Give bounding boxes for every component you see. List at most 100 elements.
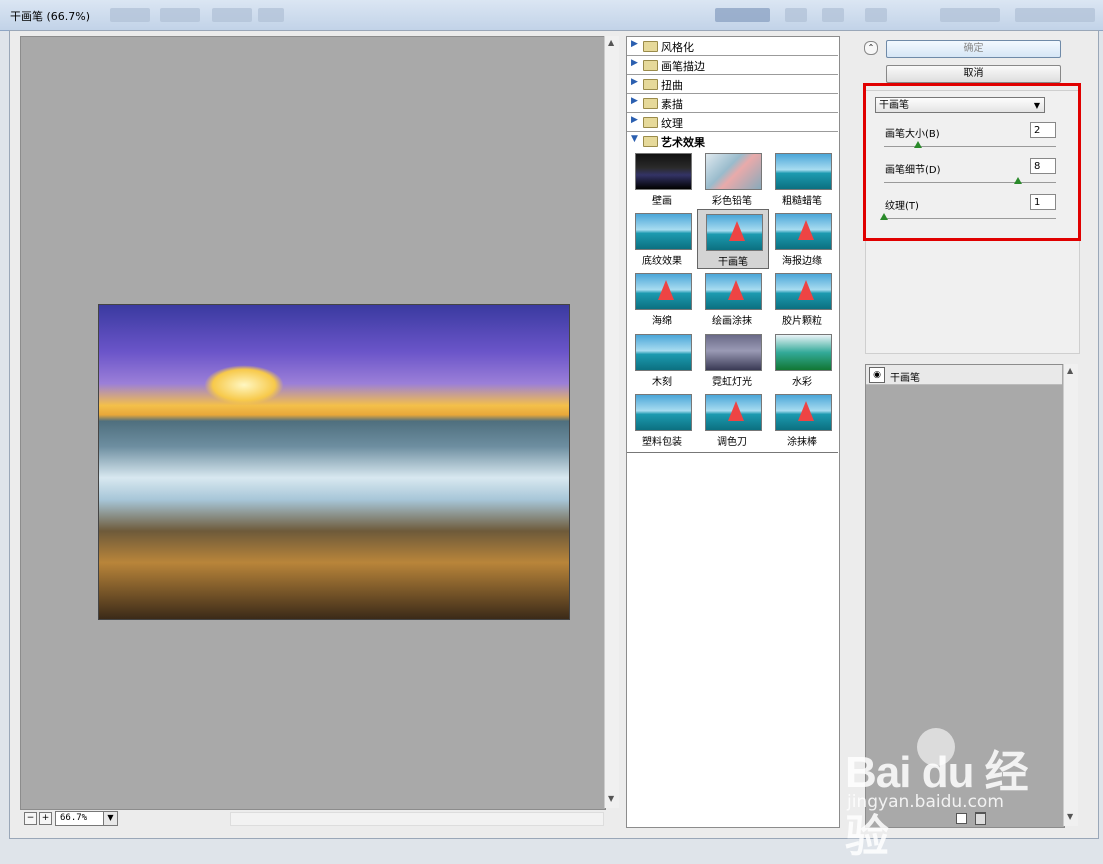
category-texture[interactable]: ▶ 纹理 bbox=[627, 113, 838, 132]
toolbar-blob bbox=[160, 8, 200, 22]
sailboat-shape bbox=[798, 220, 814, 240]
thumbnail-image bbox=[775, 334, 832, 371]
folder-icon bbox=[643, 60, 658, 71]
preview-vertical-scrollbar[interactable]: ▲ ▼ bbox=[604, 36, 619, 808]
thumbnail-image bbox=[635, 213, 692, 250]
toolbar-blob bbox=[258, 8, 284, 22]
zoom-out-button[interactable]: − bbox=[24, 812, 37, 825]
scroll-up-icon[interactable]: ▲ bbox=[608, 38, 614, 47]
thumbnail-image bbox=[635, 334, 692, 371]
thumbnail-label: 水彩 bbox=[792, 377, 812, 388]
expand-triangle-icon: ▶ bbox=[631, 39, 638, 49]
sailboat-shape bbox=[728, 280, 744, 300]
thumbnail-image bbox=[705, 334, 762, 371]
filter-thumb-sponge[interactable]: 海绵 bbox=[627, 269, 697, 327]
scroll-down-icon[interactable]: ▼ bbox=[1067, 812, 1073, 821]
filter-thumb-dry-brush[interactable]: 干画笔 bbox=[697, 209, 769, 269]
thumbnail-image bbox=[635, 394, 692, 431]
thumbnail-label: 干画笔 bbox=[718, 257, 748, 268]
category-label: 画笔描边 bbox=[661, 60, 705, 73]
category-stylize[interactable]: ▶ 风格化 bbox=[627, 37, 838, 56]
sailboat-shape bbox=[729, 221, 745, 241]
sailboat-shape bbox=[658, 280, 674, 300]
expand-triangle-icon: ▶ bbox=[631, 96, 638, 106]
category-label: 纹理 bbox=[661, 117, 683, 130]
watermark-url: jingyan.baidu.com bbox=[847, 792, 1004, 812]
category-label: 扭曲 bbox=[661, 79, 683, 92]
zoom-in-button[interactable]: + bbox=[39, 812, 52, 825]
filter-thumb-paint-daubs[interactable]: 绘画涂抹 bbox=[697, 269, 767, 327]
thumbnail-image bbox=[705, 394, 762, 431]
toolbar-blob bbox=[715, 8, 770, 22]
sailboat-shape bbox=[798, 280, 814, 300]
eye-icon[interactable]: ◉ bbox=[869, 367, 885, 383]
title-bar: 干画笔 (66.7%) bbox=[0, 0, 1103, 31]
zoom-dropdown-button[interactable]: ▼ bbox=[103, 811, 118, 826]
thumbnail-label: 塑料包装 bbox=[642, 437, 682, 448]
filter-thumb-cutout[interactable]: 木刻 bbox=[627, 330, 697, 388]
folder-icon bbox=[643, 98, 658, 109]
filter-browser: ▶ 风格化 ▶ 画笔描边 ▶ 扭曲 ▶ 素描 ▶ 纹理 ▼ 艺术效果 壁画 彩色… bbox=[626, 36, 840, 828]
scroll-down-icon[interactable]: ▼ bbox=[608, 794, 614, 803]
toolbar-blob bbox=[212, 8, 252, 22]
zoom-level-field[interactable]: 66.7% bbox=[55, 811, 107, 826]
sailboat-shape bbox=[728, 401, 744, 421]
toolbar-blob bbox=[785, 8, 807, 22]
thumbnail-label: 绘画涂抹 bbox=[712, 316, 752, 327]
preview-horizontal-scrollbar[interactable] bbox=[230, 812, 604, 826]
grid-divider bbox=[627, 452, 838, 453]
layers-scrollbar[interactable]: ▲ ▼ bbox=[1063, 364, 1078, 826]
thumbnail-image bbox=[635, 273, 692, 310]
window-title: 干画笔 (66.7%) bbox=[10, 10, 91, 23]
category-distort[interactable]: ▶ 扭曲 bbox=[627, 75, 838, 94]
thumbnail-label: 涂抹棒 bbox=[787, 437, 817, 448]
filter-thumb-watercolor[interactable]: 水彩 bbox=[767, 330, 837, 388]
collapse-gallery-button[interactable]: ⌃ bbox=[864, 41, 878, 55]
category-label: 风格化 bbox=[661, 41, 694, 54]
zoom-bar: − + 66.7% ▼ bbox=[20, 810, 604, 826]
scroll-up-icon[interactable]: ▲ bbox=[1067, 366, 1073, 375]
effect-layer-name: 干画笔 bbox=[890, 373, 920, 384]
filter-thumb-fresco[interactable]: 壁画 bbox=[627, 149, 697, 207]
cancel-button[interactable]: 取消 bbox=[886, 65, 1061, 83]
preview-canvas[interactable] bbox=[20, 36, 606, 810]
thumbnail-image bbox=[705, 273, 762, 310]
expand-triangle-icon: ▶ bbox=[631, 77, 638, 87]
toolbar-blob bbox=[110, 8, 150, 22]
filter-thumb-neon-glow[interactable]: 霓虹灯光 bbox=[697, 330, 767, 388]
thumbnail-label: 海绵 bbox=[652, 316, 672, 327]
filter-thumb-poster-edges[interactable]: 海报边缘 bbox=[767, 209, 837, 267]
thumbnail-image bbox=[775, 394, 832, 431]
thumbnail-label: 木刻 bbox=[652, 377, 672, 388]
category-artistic[interactable]: ▼ 艺术效果 bbox=[627, 132, 838, 150]
filter-thumb-palette-knife[interactable]: 调色刀 bbox=[697, 390, 767, 448]
thumbnail-image bbox=[635, 153, 692, 190]
filter-thumb-rough-pastels[interactable]: 粗糙蜡笔 bbox=[767, 149, 837, 207]
filter-thumb-colored-pencil[interactable]: 彩色铅笔 bbox=[697, 149, 767, 207]
thumbnail-image bbox=[775, 213, 832, 250]
filter-thumb-smudge-stick[interactable]: 涂抹棒 bbox=[767, 390, 837, 448]
folder-icon bbox=[643, 41, 658, 52]
folder-icon bbox=[643, 79, 658, 90]
watermark: Bai du 经验 jingyan.baidu.com bbox=[845, 728, 1045, 861]
toolbar-blob bbox=[940, 8, 1000, 22]
folder-open-icon bbox=[643, 136, 658, 147]
thumbnail-label: 胶片颗粒 bbox=[782, 316, 822, 327]
expand-triangle-icon: ▶ bbox=[631, 58, 638, 68]
thumbnail-label: 霓虹灯光 bbox=[712, 377, 752, 388]
thumbnail-image bbox=[706, 214, 763, 251]
filter-thumb-plastic-wrap[interactable]: 塑料包装 bbox=[627, 390, 697, 448]
filter-thumb-underpainting[interactable]: 底纹效果 bbox=[627, 209, 697, 267]
category-brush-strokes[interactable]: ▶ 画笔描边 bbox=[627, 56, 838, 75]
filter-thumb-film-grain[interactable]: 胶片颗粒 bbox=[767, 269, 837, 327]
category-sketch[interactable]: ▶ 素描 bbox=[627, 94, 838, 113]
ok-button[interactable]: 确定 bbox=[886, 40, 1061, 58]
folder-icon bbox=[643, 117, 658, 128]
thumbnail-image bbox=[705, 153, 762, 190]
thumbnail-label: 壁画 bbox=[652, 196, 672, 207]
expand-triangle-icon: ▶ bbox=[631, 115, 638, 125]
thumbnail-label: 底纹效果 bbox=[642, 256, 682, 267]
thumbnail-image bbox=[775, 273, 832, 310]
collapse-triangle-icon: ▼ bbox=[631, 134, 638, 144]
window-controls[interactable] bbox=[1015, 8, 1095, 22]
